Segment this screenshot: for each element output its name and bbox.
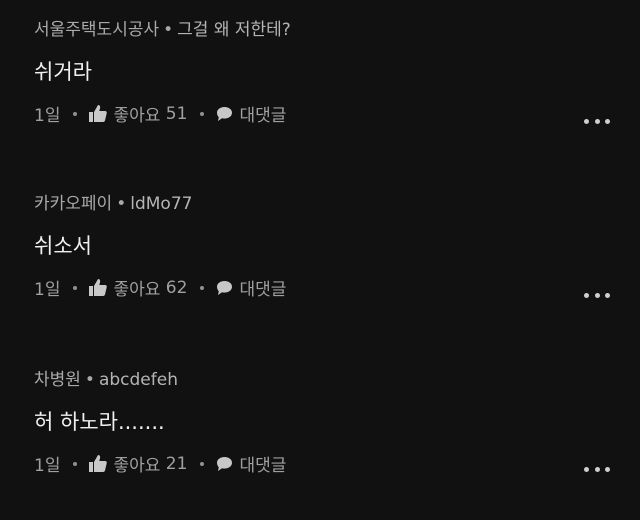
comment-actions: 1일 좋아요 51 대댓글 [34, 101, 286, 127]
reply-label: 대댓글 [239, 280, 287, 300]
reply-button[interactable]: 대댓글 [216, 101, 286, 126]
reply-button[interactable]: 대댓글 [216, 275, 286, 300]
author-name[interactable]: 카카오페이 [34, 194, 112, 214]
thumbs-up-icon [89, 279, 108, 296]
like-button[interactable]: 좋아요 51 [89, 101, 187, 126]
action-separator [73, 111, 78, 116]
thumbs-up-icon [89, 105, 108, 122]
meta-separator: • [163, 20, 174, 40]
comment-meta: 카카오페이 • ldMo77 [34, 189, 192, 214]
timestamp: 1일 [34, 280, 61, 300]
thumbs-up-icon [89, 455, 108, 472]
more-options-icon[interactable] [584, 116, 610, 126]
like-count: 51 [165, 103, 188, 124]
like-label: 좋아요 [113, 456, 161, 476]
timestamp: 1일 [34, 456, 61, 476]
action-separator [200, 285, 205, 290]
timestamp: 1일 [34, 106, 61, 126]
action-separator [73, 285, 78, 290]
author-handle: abcdefeh [98, 370, 178, 390]
action-separator [200, 111, 205, 116]
author-name[interactable]: 서울주택도시공사 [34, 20, 159, 40]
comment-text: 쉬거라 [34, 60, 92, 84]
comment-item: 차병원 • abcdefeh 허 하노라....... 1일 좋아요 21 대댓글 [0, 350, 640, 520]
speech-bubble-icon [216, 456, 233, 472]
comment-meta: 차병원 • abcdefeh [34, 365, 178, 390]
like-count: 62 [165, 277, 188, 298]
reply-label: 대댓글 [239, 106, 287, 126]
more-options-icon[interactable] [584, 290, 610, 300]
action-separator [73, 461, 78, 466]
action-separator [200, 461, 205, 466]
speech-bubble-icon [216, 280, 233, 296]
meta-separator: • [84, 370, 95, 390]
meta-separator: • [116, 194, 127, 214]
author-name[interactable]: 차병원 [34, 370, 81, 390]
comment-text: 쉬소서 [34, 234, 92, 258]
like-label: 좋아요 [113, 106, 161, 126]
speech-bubble-icon [216, 106, 233, 122]
like-count: 21 [165, 453, 188, 474]
comment-actions: 1일 좋아요 62 대댓글 [34, 275, 286, 301]
comment-text: 허 하노라....... [34, 410, 165, 434]
comment-meta: 서울주택도시공사 • 그걸 왜 저한테? [34, 15, 291, 40]
comment-actions: 1일 좋아요 21 대댓글 [34, 451, 286, 477]
comment-item: 카카오페이 • ldMo77 쉬소서 1일 좋아요 62 대댓글 [0, 174, 640, 344]
like-button[interactable]: 좋아요 21 [89, 451, 187, 476]
reply-button[interactable]: 대댓글 [216, 451, 286, 476]
more-options-icon[interactable] [584, 464, 610, 474]
comment-item: 서울주택도시공사 • 그걸 왜 저한테? 쉬거라 1일 좋아요 51 대댓글 [0, 0, 640, 170]
author-handle: ldMo77 [130, 194, 193, 214]
like-label: 좋아요 [113, 280, 161, 300]
reply-label: 대댓글 [239, 456, 287, 476]
like-button[interactable]: 좋아요 62 [89, 275, 187, 300]
author-handle: 그걸 왜 저한테? [177, 20, 291, 40]
